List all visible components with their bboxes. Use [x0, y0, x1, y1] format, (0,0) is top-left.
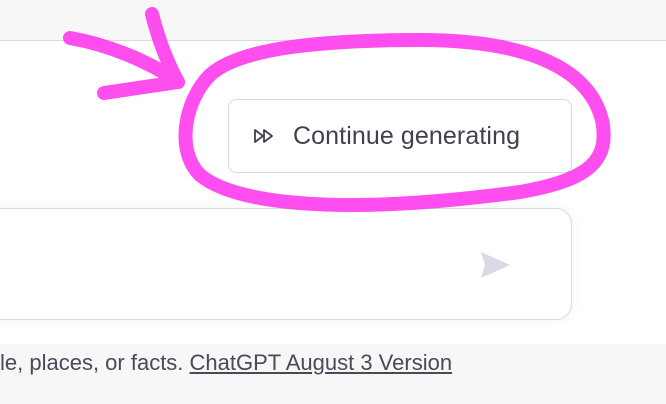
message-input[interactable] [21, 245, 465, 287]
disclaimer-text: le, places, or facts. [0, 350, 190, 375]
continue-generating-label: Continue generating [293, 121, 521, 150]
version-link[interactable]: ChatGPT August 3 Version [190, 350, 453, 375]
annotation-arrow-shaft [63, 31, 185, 89]
continue-generating-button[interactable]: Continue generating [228, 99, 572, 173]
send-button[interactable] [473, 245, 517, 285]
disclaimer: le, places, or facts. ChatGPT August 3 V… [0, 350, 452, 376]
fast-forward-icon [254, 129, 273, 143]
top-bar [0, 0, 666, 41]
message-composer [0, 208, 572, 320]
send-arrow-icon [481, 252, 510, 278]
